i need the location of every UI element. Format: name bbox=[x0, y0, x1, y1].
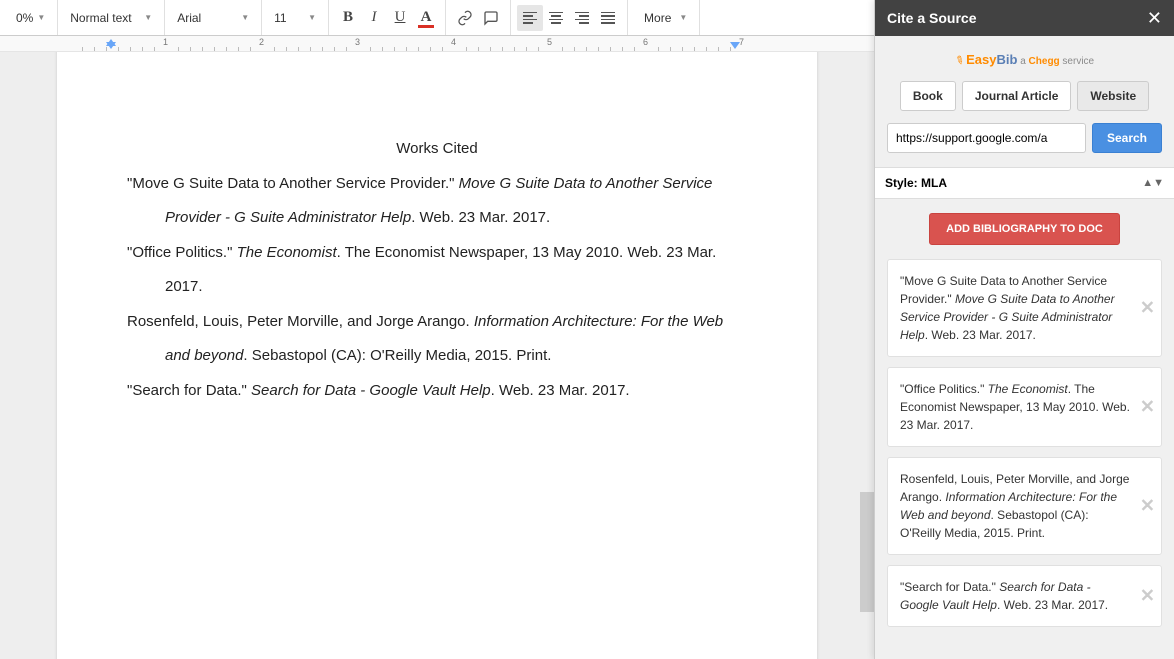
link-icon bbox=[457, 10, 473, 26]
cite-sidebar: Cite a Source ✕ ✎EasyBib a Chegg service… bbox=[874, 0, 1174, 659]
more-label: More bbox=[640, 11, 675, 25]
citation-item[interactable]: "Office Politics." The Economist. The Ec… bbox=[887, 367, 1162, 447]
source-type-tabs: Book Journal Article Website bbox=[887, 81, 1162, 111]
caret-down-icon: ▼ bbox=[679, 13, 687, 22]
ruler-number: 4 bbox=[451, 37, 456, 47]
bold-button[interactable]: B bbox=[335, 5, 361, 31]
underline-button[interactable]: U bbox=[387, 5, 413, 31]
align-center-button[interactable] bbox=[543, 5, 569, 31]
align-right-icon bbox=[575, 12, 589, 24]
add-bibliography-button[interactable]: ADD BIBLIOGRAPHY TO DOC bbox=[929, 213, 1120, 245]
citation-style-label: Style: MLA bbox=[885, 176, 947, 190]
more-button[interactable]: More ▼ bbox=[634, 7, 693, 29]
ruler-number: 5 bbox=[547, 37, 552, 47]
bibliography-entry[interactable]: "Move G Suite Data to Another Service Pr… bbox=[127, 167, 747, 236]
bibliography-entry[interactable]: "Office Politics." The Economist. The Ec… bbox=[127, 236, 747, 305]
search-button[interactable]: Search bbox=[1092, 123, 1162, 153]
sidebar-body: ✎EasyBib a Chegg service Book Journal Ar… bbox=[875, 36, 1174, 659]
ruler-number: 2 bbox=[259, 37, 264, 47]
tab-book[interactable]: Book bbox=[900, 81, 956, 111]
sidebar-header: Cite a Source ✕ bbox=[875, 0, 1174, 36]
citation-item[interactable]: "Move G Suite Data to Another Service Pr… bbox=[887, 259, 1162, 357]
paragraph-style-value: Normal text bbox=[70, 11, 140, 25]
font-select[interactable]: Arial ▼ bbox=[171, 7, 255, 29]
updown-icon: ▲▼ bbox=[1142, 177, 1164, 189]
italic-button[interactable]: I bbox=[361, 5, 387, 31]
align-right-button[interactable] bbox=[569, 5, 595, 31]
zoom-value: 0% bbox=[16, 11, 33, 25]
comment-icon bbox=[483, 10, 499, 26]
ruler-number: 3 bbox=[355, 37, 360, 47]
delete-citation-button[interactable]: ✕ bbox=[1140, 295, 1155, 322]
caret-down-icon: ▼ bbox=[241, 13, 249, 22]
font-size-value: 11 bbox=[274, 11, 304, 25]
align-left-icon bbox=[523, 12, 537, 24]
easybib-logo: ✎EasyBib a Chegg service bbox=[887, 52, 1162, 67]
align-justify-icon bbox=[601, 12, 615, 24]
caret-down-icon: ▼ bbox=[308, 13, 316, 22]
caret-down-icon: ▼ bbox=[37, 13, 45, 22]
insert-comment-button[interactable] bbox=[478, 5, 504, 31]
delete-citation-button[interactable]: ✕ bbox=[1140, 394, 1155, 421]
document-area: Works Cited "Move G Suite Data to Anothe… bbox=[0, 52, 874, 659]
pencil-icon: ✎ bbox=[952, 53, 966, 69]
paragraph-style-select[interactable]: Normal text ▼ bbox=[64, 7, 158, 29]
insert-link-button[interactable] bbox=[452, 5, 478, 31]
tab-website[interactable]: Website bbox=[1077, 81, 1149, 111]
citation-style-select[interactable]: Style: MLA ▲▼ bbox=[875, 167, 1174, 199]
search-row: Search bbox=[887, 123, 1162, 153]
ruler-number: 1 bbox=[163, 37, 168, 47]
delete-citation-button[interactable]: ✕ bbox=[1140, 493, 1155, 520]
font-size-select[interactable]: 11 ▼ bbox=[268, 7, 322, 29]
page-title: Works Cited bbox=[127, 132, 747, 167]
zoom-select[interactable]: 0% ▼ bbox=[10, 7, 51, 29]
right-indent-marker[interactable] bbox=[730, 42, 740, 49]
text-color-button[interactable]: A bbox=[413, 5, 439, 31]
align-justify-button[interactable] bbox=[595, 5, 621, 31]
citation-item[interactable]: "Search for Data." Search for Data - Goo… bbox=[887, 565, 1162, 627]
tab-journal[interactable]: Journal Article bbox=[962, 81, 1072, 111]
scrollbar-thumb[interactable] bbox=[860, 492, 874, 612]
caret-down-icon: ▼ bbox=[144, 13, 152, 22]
align-left-button[interactable] bbox=[517, 5, 543, 31]
bibliography-entry[interactable]: Rosenfeld, Louis, Peter Morville, and Jo… bbox=[127, 305, 747, 374]
font-value: Arial bbox=[177, 11, 237, 25]
search-input[interactable] bbox=[887, 123, 1086, 153]
delete-citation-button[interactable]: ✕ bbox=[1140, 583, 1155, 610]
document-page[interactable]: Works Cited "Move G Suite Data to Anothe… bbox=[57, 52, 817, 659]
close-button[interactable]: ✕ bbox=[1147, 8, 1162, 29]
bibliography-entry[interactable]: "Search for Data." Search for Data - Goo… bbox=[127, 374, 747, 409]
citation-item[interactable]: Rosenfeld, Louis, Peter Morville, and Jo… bbox=[887, 457, 1162, 555]
citation-list: "Move G Suite Data to Another Service Pr… bbox=[887, 259, 1162, 627]
ruler-number: 6 bbox=[643, 37, 648, 47]
align-center-icon bbox=[549, 12, 563, 24]
first-line-marker[interactable] bbox=[106, 39, 116, 46]
sidebar-title: Cite a Source bbox=[887, 10, 976, 26]
